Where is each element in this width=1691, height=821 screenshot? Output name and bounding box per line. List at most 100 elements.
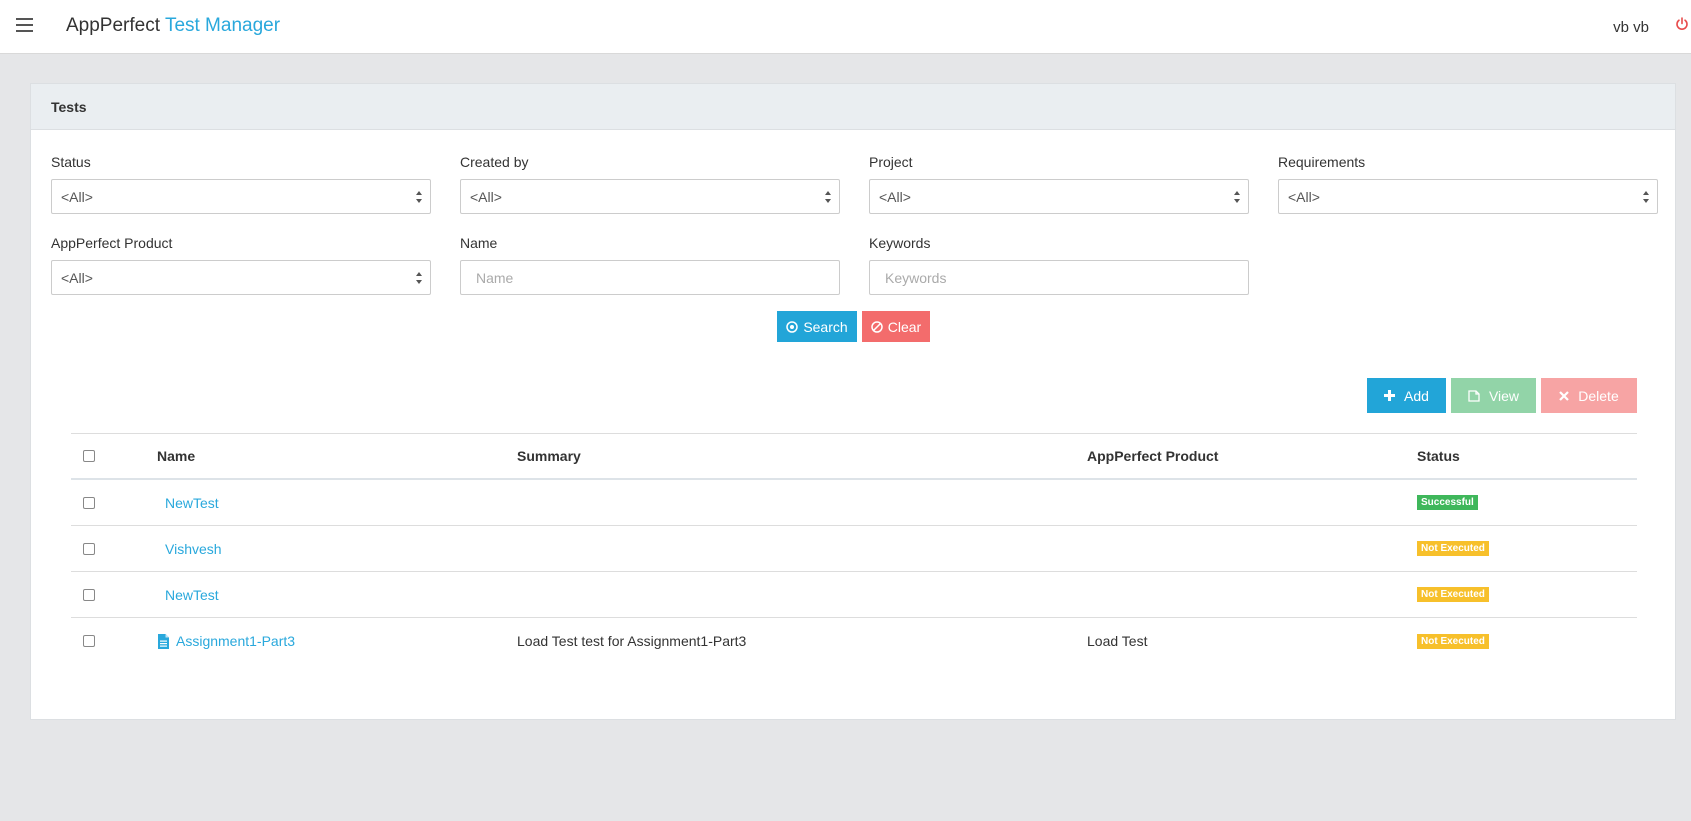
user-name[interactable]: vb vb	[1613, 19, 1649, 36]
document-icon	[158, 633, 169, 649]
brand-main: AppPerfect	[66, 15, 160, 36]
summary-cell	[517, 572, 1057, 617]
column-header-name[interactable]: Name	[157, 434, 497, 478]
sort-arrows-icon	[1643, 191, 1649, 203]
product-label: AppPerfect Product	[51, 235, 173, 251]
delete-button-label: Delete	[1578, 387, 1619, 404]
row-checkbox[interactable]	[83, 588, 95, 601]
status-filter: Status <All>	[51, 154, 431, 214]
tests-table: Name Summary AppPerfect Product Status N…	[71, 433, 1637, 664]
keywords-label: Keywords	[869, 235, 931, 251]
product-cell	[1087, 572, 1387, 617]
product-select[interactable]: <All>	[51, 260, 431, 295]
row-check-cell	[83, 572, 113, 617]
name-cell: Assignment1-Part3	[157, 618, 497, 664]
table-row: Assignment1-Part3 Load Test test for Ass…	[71, 618, 1637, 664]
product-cell: Load Test	[1087, 633, 1148, 649]
add-button[interactable]: Add	[1367, 378, 1446, 413]
view-button-label: View	[1488, 387, 1520, 404]
requirements-filter: Requirements <All>	[1278, 154, 1658, 214]
select-all-checkbox[interactable]	[83, 450, 95, 462]
panel-title: Tests	[31, 84, 1675, 130]
row-checkbox[interactable]	[83, 542, 95, 555]
status-badge: Not Executed	[1417, 633, 1489, 649]
status-cell: Not Executed	[1417, 618, 1617, 664]
app-brand[interactable]: AppPerfect Test Manager	[66, 15, 280, 37]
name-cell: Vishvesh	[157, 526, 497, 571]
keywords-input[interactable]	[869, 260, 1249, 295]
power-icon[interactable]	[1675, 17, 1689, 31]
tests-panel: Tests Status <All> Created by <All> Proj…	[30, 83, 1676, 720]
times-icon	[1559, 390, 1570, 401]
summary-cell	[517, 480, 1057, 525]
brand-accent: Test Manager	[164, 15, 281, 36]
status-badge: Not Executed	[1417, 587, 1489, 602]
status-cell: Successful	[1417, 480, 1617, 525]
add-button-label: Add	[1404, 387, 1429, 404]
summary-cell	[517, 526, 1057, 571]
row-checkbox[interactable]	[83, 496, 95, 509]
table-row: Vishvesh Not Executed	[71, 526, 1637, 572]
status-select[interactable]: <All>	[51, 179, 431, 214]
status-label: Status	[51, 154, 91, 170]
sort-arrows-icon	[1234, 191, 1240, 203]
project-label: Project	[869, 154, 913, 170]
select-all-cell	[83, 434, 113, 478]
column-header-summary[interactable]: Summary	[517, 434, 1057, 478]
project-filter: Project <All>	[869, 154, 1249, 214]
column-header-product[interactable]: AppPerfect Product	[1087, 434, 1387, 478]
product-filter: AppPerfect Product <All>	[51, 235, 431, 295]
product-cell	[1087, 480, 1387, 525]
clear-button-label: Clear	[887, 318, 922, 335]
sort-arrows-icon	[416, 272, 422, 284]
project-select[interactable]: <All>	[869, 179, 1249, 214]
name-cell: NewTest	[157, 572, 497, 617]
test-name-link[interactable]: Assignment1-Part3	[176, 633, 295, 649]
table-header: Name Summary AppPerfect Product Status	[71, 433, 1637, 480]
created-by-select-value: <All>	[470, 189, 502, 205]
edit-icon	[1468, 389, 1480, 402]
status-cell: Not Executed	[1417, 572, 1617, 617]
status-select-value: <All>	[61, 189, 93, 205]
created-by-filter: Created by <All>	[460, 154, 840, 214]
test-name-link[interactable]: NewTest	[165, 587, 219, 603]
name-filter: Name	[460, 235, 840, 295]
name-cell: NewTest	[157, 480, 497, 525]
product-select-value: <All>	[61, 270, 93, 286]
project-select-value: <All>	[879, 189, 911, 205]
status-badge: Successful	[1417, 495, 1478, 510]
name-input[interactable]	[460, 260, 840, 295]
requirements-select-value: <All>	[1288, 189, 1320, 205]
keywords-filter: Keywords	[869, 235, 1249, 295]
hamburger-icon[interactable]	[16, 18, 34, 32]
table-row: NewTest Not Executed	[71, 572, 1637, 618]
requirements-select[interactable]: <All>	[1278, 179, 1658, 214]
name-label: Name	[460, 235, 498, 251]
column-header-status[interactable]: Status	[1417, 434, 1617, 478]
view-button[interactable]: View	[1451, 378, 1536, 413]
requirements-label: Requirements	[1278, 154, 1366, 170]
top-navbar: AppPerfect Test Manager vb vb	[0, 0, 1691, 54]
ban-icon	[871, 320, 883, 333]
row-checkbox[interactable]	[83, 635, 95, 647]
created-by-label: Created by	[460, 154, 529, 170]
search-button-label: Search	[803, 318, 848, 335]
summary-cell: Load Test test for Assignment1-Part3	[517, 633, 747, 649]
sort-arrows-icon	[825, 191, 831, 203]
clear-button[interactable]: Clear	[862, 311, 930, 342]
delete-button[interactable]: Delete	[1541, 378, 1637, 413]
test-name-link[interactable]: Vishvesh	[165, 541, 222, 557]
plus-icon	[1384, 390, 1396, 401]
status-badge: Not Executed	[1417, 541, 1489, 556]
status-cell: Not Executed	[1417, 526, 1617, 571]
table-row: NewTest Successful	[71, 480, 1637, 526]
search-button[interactable]: Search	[777, 311, 857, 342]
circle-dot-icon	[786, 320, 799, 333]
row-check-cell	[83, 618, 113, 664]
sort-arrows-icon	[416, 191, 422, 203]
row-check-cell	[83, 480, 113, 525]
created-by-select[interactable]: <All>	[460, 179, 840, 214]
row-check-cell	[83, 526, 113, 571]
test-name-link[interactable]: NewTest	[165, 495, 219, 511]
product-cell	[1087, 526, 1387, 571]
